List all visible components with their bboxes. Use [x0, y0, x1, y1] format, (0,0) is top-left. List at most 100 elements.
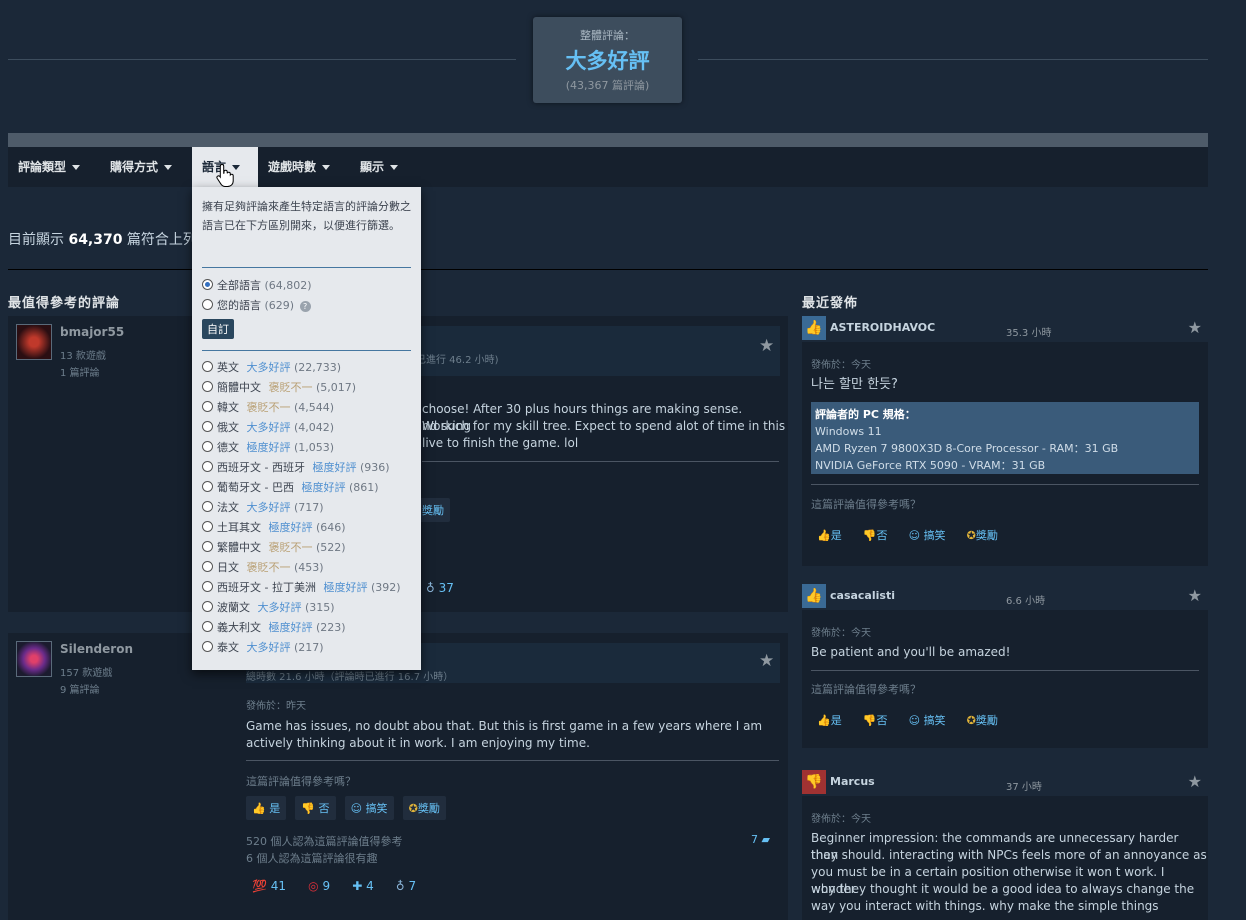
radio-language-option[interactable]: 義大利文 極度好評 (223) — [202, 619, 346, 637]
comment-number: 7 — [751, 833, 758, 846]
reviewer-games[interactable]: 157 款遊戲 — [60, 664, 112, 679]
award-count: 37 — [438, 581, 454, 595]
language-rating: 大多好評 — [246, 421, 291, 434]
radio-all-languages[interactable]: 全部語言 (64,802) — [202, 277, 312, 295]
radio-language-option[interactable]: 土耳其文 極度好評 (646) — [202, 519, 346, 537]
custom-button[interactable]: 自訂 — [202, 319, 234, 339]
radio-icon — [202, 561, 213, 572]
radio-language-option[interactable]: 英文 大多好評 (22,733) — [202, 359, 341, 377]
vote-no-button[interactable]: 👎 否 — [295, 796, 336, 820]
reviewer-reviews[interactable]: 9 篇評論 — [60, 681, 100, 696]
radio-language-option[interactable]: 西班牙文 - 西班牙 極度好評 (936) — [202, 459, 390, 477]
filter-purchase-type[interactable]: 購得方式 — [100, 147, 192, 187]
option-count: (629) — [264, 299, 295, 312]
radio-icon — [202, 541, 213, 552]
language-name: 韓文 — [217, 401, 239, 414]
star-icon[interactable]: ★ — [1188, 586, 1202, 605]
language-count: (223) — [316, 621, 346, 634]
award-badge[interactable]: ♁ 7 — [389, 874, 423, 898]
vote-funny-button[interactable]: ☺ 搞笑 — [903, 708, 952, 732]
language-count: (522) — [316, 541, 346, 554]
language-count: (315) — [305, 601, 335, 614]
helpful-count: 520 個人認為這篇評論值得參考 — [246, 835, 403, 848]
review-text-line: Game has issues, no doubt abou that. But… — [246, 719, 763, 733]
dropdown-description: 擁有足夠評論來產生特定語言的評論分數之語言已在下方區別開來，以便進行篩選。 — [202, 200, 411, 232]
award-button[interactable]: ✪獎勵 — [961, 523, 1004, 547]
reviewer-games[interactable]: 13 款遊戲 — [60, 347, 106, 362]
award-button[interactable]: 獎勵 — [416, 498, 450, 522]
showing-suffix: 篇符合上列 — [122, 232, 197, 248]
comment-count[interactable]: 7 ▰ — [751, 833, 770, 846]
award-button[interactable]: ✪獎勵 — [961, 708, 1004, 732]
review-text: 나는 할만 한듯? — [811, 377, 898, 392]
filter-display[interactable]: 顯示 — [350, 147, 420, 187]
language-count: (4,544) — [294, 401, 335, 414]
radio-language-option[interactable]: 俄文 大多好評 (4,042) — [202, 419, 334, 437]
language-rating: 大多好評 — [246, 501, 291, 514]
radio-language-option[interactable]: 西班牙文 - 拉丁美洲 極度好評 (392) — [202, 579, 401, 597]
avatar[interactable] — [16, 324, 52, 360]
vote-funny-button[interactable]: ☺ 搞笑 — [903, 523, 952, 547]
award-badge[interactable]: ◎ 9 — [302, 874, 337, 898]
radio-icon — [202, 299, 213, 310]
language-name: 西班牙文 - 西班牙 — [217, 461, 305, 474]
review-text-line: actively thinking about it in work. I am… — [246, 736, 590, 750]
award-badge[interactable]: ♁ 37 — [420, 576, 460, 600]
award-label: 獎勵 — [975, 714, 998, 727]
avatar[interactable] — [16, 641, 52, 677]
showing-number: 64,370 — [68, 232, 123, 248]
radio-language-option[interactable]: 泰文 大多好評 (217) — [202, 639, 324, 657]
language-name: 葡萄牙文 - 巴西 — [217, 481, 294, 494]
filter-review-type[interactable]: 評論類型 — [8, 147, 100, 187]
star-icon[interactable]: ★ — [1188, 318, 1202, 337]
vote-no-button[interactable]: 👎否 — [857, 708, 894, 732]
vote-funny-button[interactable]: ☺ 搞笑 — [344, 796, 394, 820]
language-count: (717) — [294, 501, 324, 514]
language-count: (22,733) — [294, 361, 342, 374]
vote-no-button[interactable]: 👎否 — [857, 523, 894, 547]
radio-language-option[interactable]: 法文 大多好評 (717) — [202, 499, 324, 517]
reviewer-name[interactable]: Marcus — [830, 775, 875, 788]
award-count: 7 — [408, 879, 417, 893]
reviewer-name[interactable]: casacalisti — [830, 589, 895, 602]
radio-your-languages[interactable]: 您的語言 (629) ? — [202, 297, 311, 315]
reviewer-name[interactable]: Silenderon — [60, 642, 133, 656]
award-button[interactable]: ✪獎勵 — [402, 796, 446, 820]
radio-language-option[interactable]: 葡萄牙文 - 巴西 極度好評 (861) — [202, 479, 379, 497]
medal-icon: ♁ — [395, 879, 405, 893]
language-name: 繁體中文 — [217, 541, 261, 554]
review-hours: 35.3 小時 — [1006, 328, 1052, 339]
reviewer-name[interactable]: ASTEROIDHAVOC — [830, 321, 935, 334]
vote-yes-button[interactable]: 👍是 — [811, 708, 848, 732]
radio-language-option[interactable]: 韓文 褒貶不一 (4,544) — [202, 399, 334, 417]
help-icon[interactable]: ? — [299, 301, 311, 312]
radio-language-option[interactable]: 繁體中文 褒貶不一 (522) — [202, 539, 346, 557]
award-badge[interactable]: ✚ 4 — [346, 874, 380, 898]
reviewer-reviews[interactable]: 1 篇評論 — [60, 364, 100, 379]
star-icon[interactable]: ★ — [1188, 772, 1202, 791]
radio-language-option[interactable]: 德文 極度好評 (1,053) — [202, 439, 334, 457]
vote-no-label: 否 — [876, 529, 888, 542]
language-count: (453) — [294, 561, 324, 574]
radio-language-option[interactable]: 日文 褒貶不一 (453) — [202, 559, 324, 577]
review-text-line: why they thought it would be a good idea… — [811, 882, 1195, 896]
star-icon[interactable]: ★ — [759, 336, 774, 356]
radio-language-option[interactable]: 波蘭文 大多好評 (315) — [202, 599, 335, 617]
star-icon[interactable]: ★ — [759, 651, 774, 671]
thumbs-up-icon: 👍 — [802, 584, 826, 608]
language-rating: 極度好評 — [312, 461, 357, 474]
reviewer-name[interactable]: bmajor55 — [60, 325, 124, 339]
thumbs-up-icon: 👍 — [802, 316, 826, 340]
recent-review-header: 👍 casacalisti 6.6 小時 ★ — [802, 584, 1208, 610]
recent-review-card: 👍 casacalisti 6.6 小時 ★ 發佈於：今天 Be patient… — [802, 584, 1208, 748]
language-name: 波蘭文 — [217, 601, 250, 614]
award-badge[interactable]: 💯 41 — [246, 874, 293, 898]
radio-icon — [202, 501, 213, 512]
target-icon: ◎ — [308, 879, 319, 893]
filter-playtime[interactable]: 遊戲時數 — [258, 147, 350, 187]
language-count: (936) — [359, 461, 390, 474]
vote-yes-button[interactable]: 👍 是 — [246, 796, 287, 820]
radio-language-option[interactable]: 簡體中文 褒貶不一 (5,017) — [202, 379, 356, 397]
vote-yes-button[interactable]: 👍是 — [811, 523, 848, 547]
vote-no-label: 否 — [318, 802, 330, 815]
